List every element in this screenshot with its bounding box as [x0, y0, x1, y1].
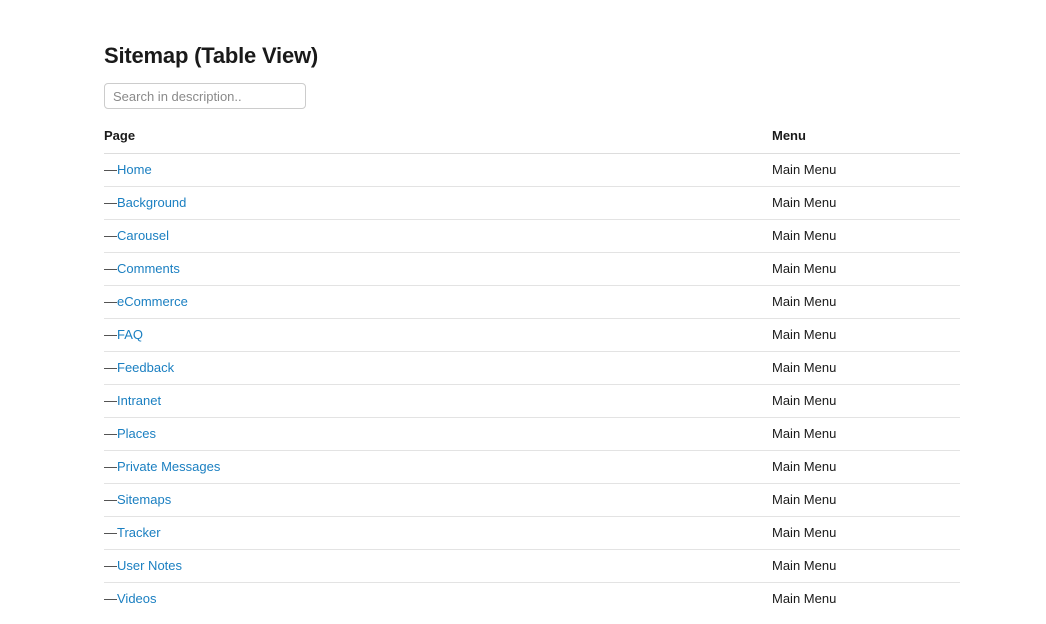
- page-cell: —Feedback: [104, 351, 760, 385]
- menu-cell: Main Menu: [772, 591, 837, 606]
- depth-dash: —: [104, 360, 117, 375]
- table-row: —Comments Main Menu: [104, 252, 960, 286]
- depth-dash: —: [104, 261, 117, 276]
- depth-dash: —: [104, 294, 117, 309]
- page-link[interactable]: Private Messages: [117, 459, 220, 474]
- page-cell: —Places: [104, 417, 760, 451]
- table-row: —Places Main Menu: [104, 417, 960, 451]
- menu-cell: Main Menu: [760, 186, 960, 220]
- page-link[interactable]: Comments: [117, 261, 180, 276]
- page-link[interactable]: Videos: [117, 591, 157, 606]
- table-row: —Sitemaps Main Menu: [104, 483, 960, 517]
- depth-dash: —: [104, 327, 117, 342]
- table-row: —Home Main Menu: [104, 153, 960, 187]
- page-link[interactable]: Places: [117, 426, 156, 441]
- page-cell: —Home: [104, 153, 760, 187]
- table-row: —User Notes Main Menu: [104, 549, 960, 583]
- menu-cell: Main Menu: [760, 417, 960, 451]
- column-header-menu[interactable]: Menu: [760, 127, 960, 154]
- table-row: —Carousel Main Menu: [104, 219, 960, 253]
- table-row: —Private Messages Main Menu: [104, 450, 960, 484]
- depth-dash: —: [104, 228, 117, 243]
- page-cell: —Private Messages: [104, 450, 760, 484]
- menu-cell: Main Menu: [760, 450, 960, 484]
- page-cell: —User Notes: [104, 549, 760, 583]
- table-row: —Background Main Menu: [104, 186, 960, 220]
- column-header-page[interactable]: Page: [104, 127, 760, 154]
- page-cell: —Carousel: [104, 219, 760, 253]
- menu-cell: Main Menu: [760, 351, 960, 385]
- table-row: —Intranet Main Menu: [104, 384, 960, 418]
- page-cell: —Videos: [104, 583, 760, 616]
- menu-cell: Main Menu: [760, 384, 960, 418]
- depth-dash: —: [104, 591, 117, 606]
- page-cell: —FAQ: [104, 318, 760, 352]
- menu-cell: Main Menu: [760, 549, 960, 583]
- page-cell: —Background: [104, 186, 760, 220]
- page-cell: —Tracker: [104, 516, 760, 550]
- page-title: Sitemap (Table View): [104, 43, 319, 68]
- table-row: —Tracker Main Menu: [104, 516, 960, 550]
- menu-cell: Main Menu: [760, 516, 960, 550]
- page-link[interactable]: Sitemaps: [117, 492, 171, 507]
- menu-cell: Main Menu: [760, 318, 960, 352]
- menu-cell: Main Menu: [760, 252, 960, 286]
- depth-dash: —: [104, 162, 117, 177]
- page-link[interactable]: User Notes: [117, 558, 182, 573]
- menu-cell: Main Menu: [760, 153, 960, 187]
- menu-cell: Main Menu: [760, 483, 960, 517]
- page-cell: —eCommerce: [104, 285, 760, 319]
- table-body: —Home Main Menu —Background Main Menu —Carou…: [104, 153, 960, 616]
- page-link[interactable]: Home: [117, 162, 152, 177]
- page-cell: —Comments: [104, 252, 760, 286]
- page-link[interactable]: eCommerce: [117, 294, 188, 309]
- page-link[interactable]: Background: [117, 195, 186, 210]
- page-link[interactable]: Tracker: [117, 525, 161, 540]
- page-link[interactable]: FAQ: [117, 327, 143, 342]
- page-link[interactable]: Carousel: [117, 228, 169, 243]
- depth-dash: —: [104, 195, 117, 210]
- depth-dash: —: [104, 393, 117, 408]
- menu-cell: Main Menu: [760, 219, 960, 253]
- depth-dash: —: [104, 426, 117, 441]
- search-row: [104, 83, 306, 109]
- table-row: —eCommerce Main Menu: [104, 285, 960, 319]
- sitemap-table: Page Menu —Home Main Menu —Background Main …: [104, 127, 960, 615]
- page-cell: —Intranet: [104, 384, 760, 418]
- depth-dash: —: [104, 558, 117, 573]
- page-link[interactable]: Feedback: [117, 360, 174, 375]
- depth-dash: —: [104, 492, 117, 507]
- page-link[interactable]: Intranet: [117, 393, 161, 408]
- table-row: —Videos Main Menu: [104, 583, 960, 616]
- table-row: —FAQ Main Menu: [104, 318, 960, 352]
- depth-dash: —: [104, 525, 117, 540]
- depth-dash: —: [104, 459, 117, 474]
- page-cell: —Sitemaps: [104, 483, 760, 517]
- table-header: Page Menu: [104, 127, 960, 154]
- table-row: —Feedback Main Menu: [104, 351, 960, 385]
- menu-cell: Main Menu: [760, 285, 960, 319]
- table-header-row: Page Menu: [104, 127, 960, 154]
- search-input[interactable]: [104, 83, 306, 109]
